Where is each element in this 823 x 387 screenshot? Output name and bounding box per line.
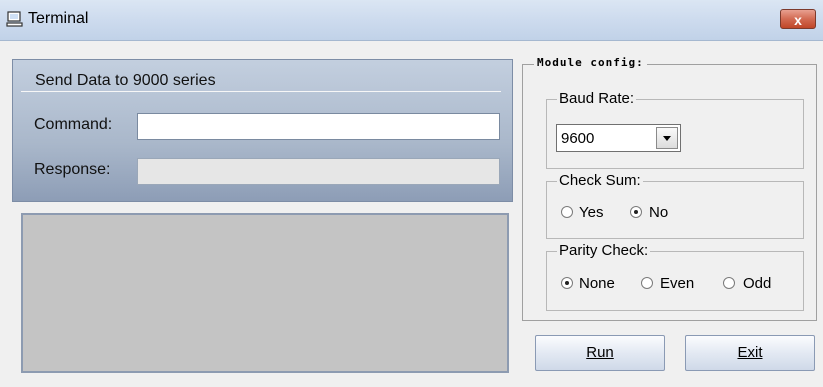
baud-rate-label: Baud Rate: — [557, 90, 637, 107]
parity-odd-radio[interactable] — [723, 277, 735, 289]
response-label: Response: — [34, 161, 111, 178]
close-icon: x — [794, 12, 802, 28]
dropdown-button[interactable] — [656, 127, 678, 149]
check-sum-label: Check Sum: — [557, 172, 643, 189]
exit-button-label: Exit — [737, 344, 763, 361]
close-button[interactable]: x — [780, 9, 816, 29]
parity-none-label: None — [579, 275, 615, 292]
module-config-title: Module config: — [534, 56, 647, 69]
parity-even-label: Even — [660, 275, 695, 292]
parity-check-label: Parity Check: — [557, 242, 651, 259]
checksum-yes-label: Yes — [579, 204, 604, 221]
parity-odd-label: Odd — [743, 275, 772, 292]
title-bar: Terminal x — [0, 0, 823, 41]
response-field — [137, 158, 500, 185]
checksum-no-radio[interactable] — [630, 206, 642, 218]
parity-none-radio[interactable] — [561, 277, 573, 289]
exit-button[interactable]: Exit — [685, 335, 815, 371]
output-area[interactable] — [21, 213, 509, 373]
computer-icon — [6, 11, 23, 27]
checksum-no-label: No — [649, 204, 669, 221]
baud-rate-value: 9600 — [561, 130, 595, 147]
checksum-yes-radio[interactable] — [561, 206, 573, 218]
window-title: Terminal — [28, 10, 89, 27]
send-group-title: Send Data to 9000 series — [35, 72, 216, 89]
command-input[interactable] — [137, 113, 500, 140]
parity-even-radio[interactable] — [641, 277, 653, 289]
baud-rate-select[interactable]: 9600 — [556, 124, 681, 152]
command-label: Command: — [34, 116, 113, 133]
chevron-down-icon — [663, 136, 671, 141]
run-button-label: Run — [586, 344, 614, 361]
run-button[interactable]: Run — [535, 335, 665, 371]
